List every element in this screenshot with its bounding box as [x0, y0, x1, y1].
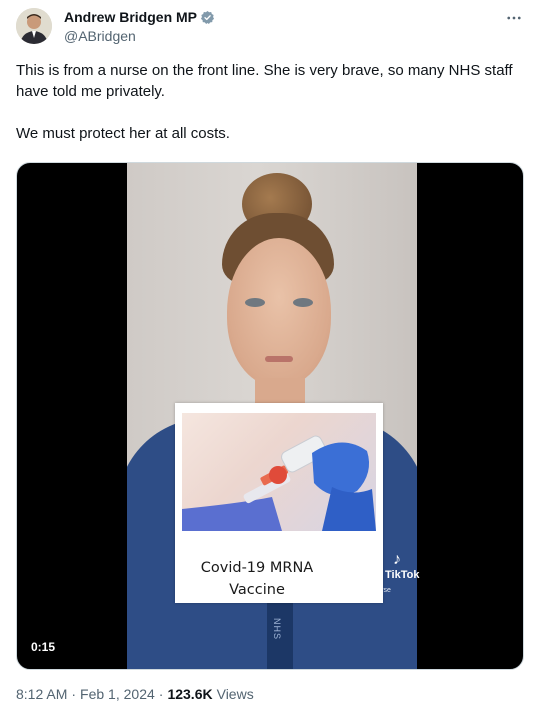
author-name-row: Andrew Bridgen MP — [64, 9, 215, 25]
video-player[interactable]: NHS Covid-19 MRNA Vaccine ♪ TikTok @...f… — [16, 162, 524, 670]
tweet: Andrew Bridgen MP @ABridgen This is from… — [0, 0, 538, 710]
vaccine-photo — [182, 413, 376, 531]
vaccine-overlay-card: Covid-19 MRNA Vaccine — [175, 403, 383, 603]
avatar-image — [16, 8, 52, 44]
separator-dot: · — [158, 686, 164, 702]
caption-line: Covid-19 MRNA — [200, 560, 314, 576]
video-duration: 0:15 — [25, 637, 62, 657]
avatar[interactable] — [16, 8, 52, 44]
tweet-paragraph: We must protect her at all costs. — [16, 125, 230, 142]
caption-line: Vaccine — [229, 582, 285, 598]
tweet-text: This is from a nurse on the front line. … — [16, 60, 516, 144]
separator-dot: · — [71, 686, 77, 702]
tiktok-note-icon: ♪ — [393, 551, 401, 568]
more-icon[interactable] — [504, 8, 524, 28]
tiktok-logo: ♪ TikTok — [385, 551, 419, 581]
tweet-paragraph: This is from a nurse on the front line. … — [16, 62, 513, 100]
author-handle[interactable]: @ABridgen — [64, 28, 136, 44]
vaccine-caption: Covid-19 MRNA Vaccine — [175, 557, 339, 601]
tweet-date[interactable]: Feb 1, 2024 — [80, 686, 155, 702]
tweet-time[interactable]: 8:12 AM — [16, 686, 67, 702]
views-count[interactable]: 123.6K — [167, 686, 212, 702]
person-face — [227, 238, 331, 386]
tweet-meta: 8:12 AM · Feb 1, 2024 · 123.6K Views — [16, 686, 254, 702]
tiktok-label: TikTok — [385, 569, 420, 581]
verified-badge-icon — [200, 10, 215, 25]
tiktok-handle: @...fulnurse — [353, 587, 391, 594]
lanyard-text: NHS — [272, 618, 282, 641]
views-label: Views — [216, 686, 254, 702]
display-name[interactable]: Andrew Bridgen MP — [64, 9, 197, 25]
